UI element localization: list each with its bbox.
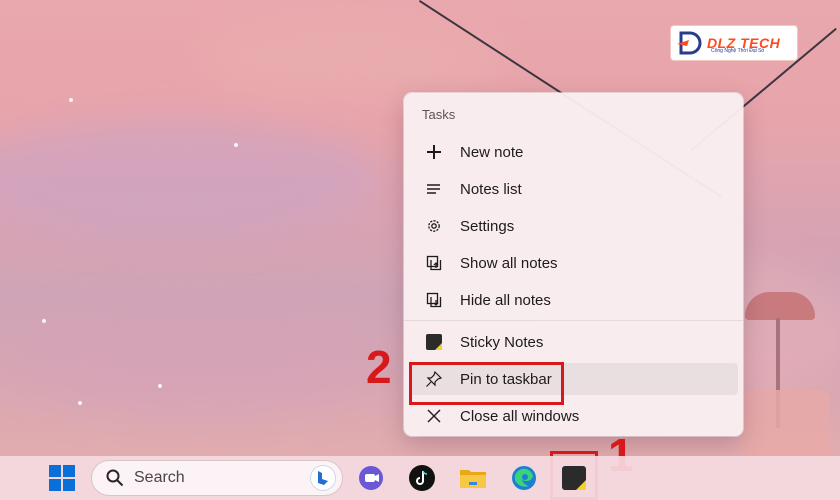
- taskbar-search-box[interactable]: Search: [91, 460, 343, 496]
- menu-item-hide-all-notes[interactable]: Hide all notes: [409, 284, 738, 316]
- sticky-notes-app-icon: [424, 332, 444, 352]
- sticky-notes-icon[interactable]: [558, 462, 590, 494]
- gear-icon: [424, 216, 444, 236]
- menu-item-show-all-notes[interactable]: Show all notes: [409, 247, 738, 279]
- highlight-box-pin-to-taskbar: [409, 362, 564, 405]
- hide-windows-icon: [424, 290, 444, 310]
- tiktok-icon[interactable]: [406, 462, 438, 494]
- dlz-tech-logo: DLZ TECH Công Nghệ Thời Đại Số: [671, 26, 797, 60]
- menu-item-label: Show all notes: [460, 254, 558, 272]
- windows-start-icon[interactable]: [46, 462, 78, 494]
- menu-item-label: Close all windows: [460, 407, 580, 425]
- list-icon: [424, 179, 444, 199]
- file-explorer-icon[interactable]: [457, 462, 489, 494]
- logo-tagline: Công Nghệ Thời Đại Số: [711, 48, 765, 54]
- menu-item-sticky-notes[interactable]: Sticky Notes: [409, 326, 738, 358]
- menu-item-label: Settings: [460, 217, 515, 235]
- dlz-logo-mark-icon: [677, 30, 703, 56]
- bing-icon[interactable]: [310, 465, 336, 491]
- menu-item-label: Notes list: [460, 180, 522, 198]
- plus-icon: [424, 142, 444, 162]
- show-windows-icon: [424, 253, 444, 273]
- menu-item-new-note[interactable]: New note: [409, 136, 738, 168]
- step-number-2: 2: [366, 341, 392, 393]
- menu-item-notes-list[interactable]: Notes list: [409, 173, 738, 205]
- close-icon: [424, 406, 444, 426]
- menu-item-label: Sticky Notes: [460, 333, 544, 351]
- menu-item-label: New note: [460, 143, 524, 161]
- menu-item-label: Hide all notes: [460, 291, 551, 309]
- menu-section-header: Tasks: [422, 107, 456, 122]
- menu-item-settings[interactable]: Settings: [409, 210, 738, 242]
- search-placeholder: Search: [134, 469, 185, 486]
- menu-separator: [404, 320, 743, 321]
- teams-chat-icon[interactable]: [355, 462, 387, 494]
- edge-icon[interactable]: [508, 462, 540, 494]
- search-icon: [106, 469, 124, 487]
